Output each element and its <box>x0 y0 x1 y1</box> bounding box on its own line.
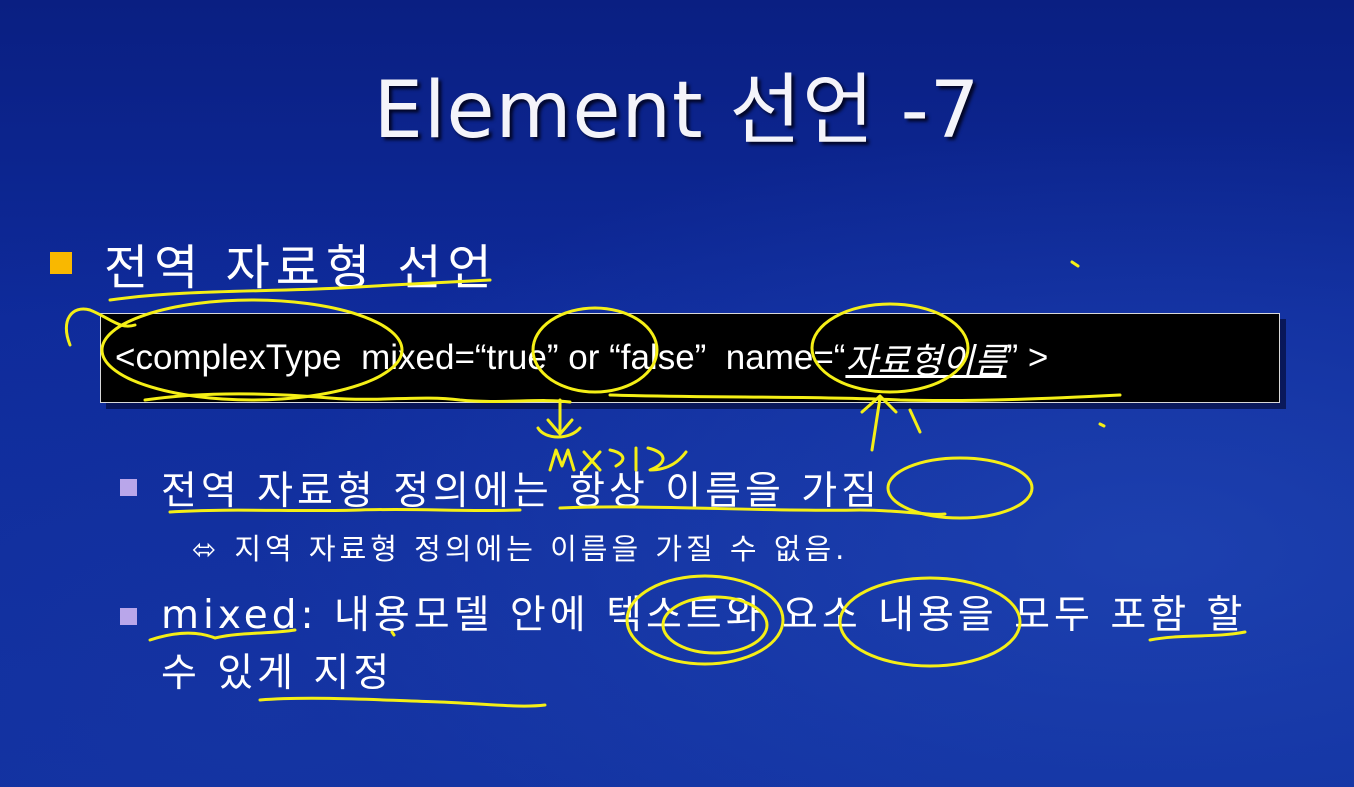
bullet-mixed: mixed: 내용모델 안에 텍스트와 요소 내용을 모두 포함 할 수 있게 … <box>120 587 1300 703</box>
code-syntax-box: <complexType mixed=“true” or “false” nam… <box>100 313 1280 403</box>
heading-text: 전역 자료형 선언 <box>104 240 498 296</box>
square-bullet-icon <box>120 479 137 496</box>
square-bullet-icon <box>120 608 137 625</box>
slide-title: Element 선언 -7 <box>373 66 981 156</box>
code-placeholder: 자료형이름 <box>845 341 1007 381</box>
bullet-text: 전역 자료형 정의에는 항상 이름을 가짐 <box>161 469 882 514</box>
ink-arrow-down-true <box>546 398 574 436</box>
code-prefix: <complexType mixed=“true” or “false” nam… <box>115 338 846 377</box>
code-suffix: ” > <box>1006 338 1049 377</box>
ink-dot-1 <box>1070 260 1080 268</box>
bullet-global-type-name: 전역 자료형 정의에는 항상 이름을 가짐 <box>120 460 881 516</box>
ink-tick-name <box>908 408 922 434</box>
sub-note-text: 지역 자료형 정의에는 이름을 가질 수 없음. <box>234 532 849 566</box>
square-bullet-icon <box>50 252 72 274</box>
bullet-text: mixed: 내용모델 안에 텍스트와 요소 내용을 모두 포함 할 수 있게 … <box>161 593 1247 696</box>
sub-note: ⬄ 지역 자료형 정의에는 이름을 가질 수 없음. <box>192 526 848 568</box>
double-arrow-icon: ⬄ <box>192 532 221 566</box>
heading-bullet: 전역 자료형 선언 <box>50 228 498 298</box>
ink-circle-iruem <box>886 456 1034 520</box>
ink-arrow-up-name <box>860 394 898 452</box>
ink-bracket-true <box>536 426 582 439</box>
ink-dot-2 <box>1098 422 1106 428</box>
